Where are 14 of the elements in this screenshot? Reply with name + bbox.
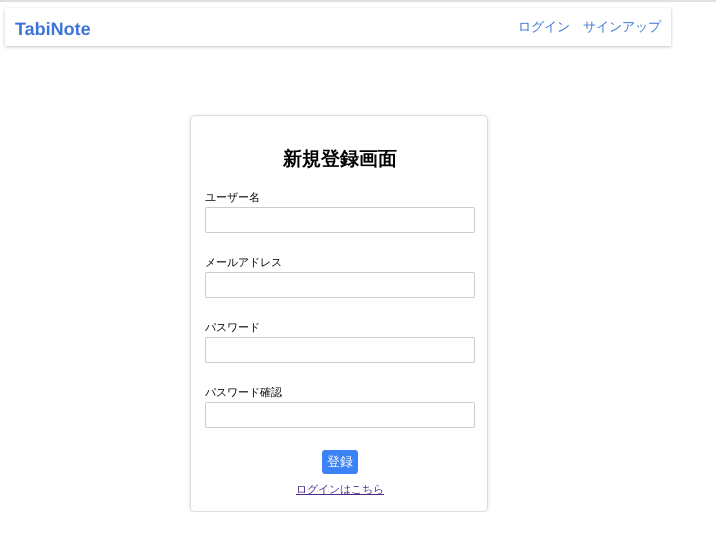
nav-link[interactable]: サインアップ xyxy=(583,18,661,36)
input-field[interactable] xyxy=(205,207,475,233)
input-field[interactable] xyxy=(205,272,475,298)
field-label: ユーザー名 xyxy=(205,191,261,205)
nav-link[interactable]: ログイン xyxy=(518,18,570,36)
login-link[interactable]: ログインはこちら xyxy=(296,482,384,497)
input-field[interactable] xyxy=(205,337,475,363)
field-label: パスワード確認 xyxy=(205,386,283,400)
form-title: 新規登録画面 xyxy=(283,148,397,172)
field-label: パスワード xyxy=(205,321,261,335)
register-button[interactable]: 登録 xyxy=(322,450,358,474)
field-label: メールアドレス xyxy=(205,256,283,270)
input-field[interactable] xyxy=(205,402,475,428)
brand-link[interactable]: TabiNote xyxy=(15,14,91,40)
